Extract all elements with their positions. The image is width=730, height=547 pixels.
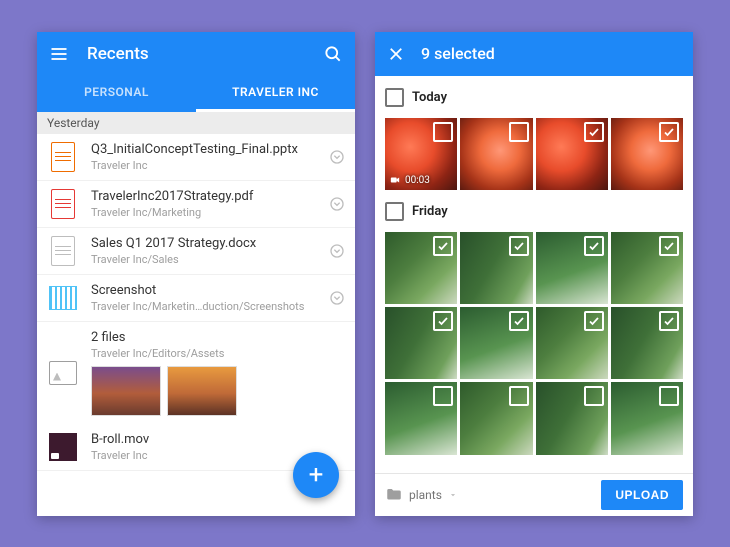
video-duration: 00:03	[405, 175, 430, 186]
add-button[interactable]: +	[293, 452, 339, 498]
file-list: Q3_InitialConceptTesting_Final.pptx Trav…	[37, 134, 355, 471]
account-tabs: PERSONAL TRAVELER INC	[37, 76, 355, 112]
expand-icon[interactable]	[329, 196, 345, 212]
expand-icon[interactable]	[329, 243, 345, 259]
file-name: 2 files	[91, 330, 345, 345]
file-row[interactable]: Sales Q1 2017 Strategy.docx Traveler Inc…	[37, 228, 355, 275]
upload-button[interactable]: UPLOAD	[601, 480, 683, 510]
photo-tile[interactable]	[385, 382, 457, 454]
file-row[interactable]: 2 files Traveler Inc/Editors/Assets	[37, 322, 355, 424]
tile-checkbox[interactable]	[433, 122, 453, 142]
page-title: Recents	[87, 44, 149, 64]
tab-personal[interactable]: PERSONAL	[37, 76, 196, 112]
tile-checkbox[interactable]	[659, 386, 679, 406]
tile-checkbox[interactable]	[509, 311, 529, 331]
images-icon	[49, 359, 77, 387]
image-thumbnail[interactable]	[167, 366, 237, 416]
file-name: Q3_InitialConceptTesting_Final.pptx	[91, 142, 329, 157]
tile-checkbox[interactable]	[584, 122, 604, 142]
video-badge: 00:03	[389, 175, 430, 186]
pptx-icon	[49, 143, 77, 171]
tab-label: TRAVELER INC	[232, 85, 319, 99]
file-path: Traveler Inc/Marketin…duction/Screenshot…	[91, 300, 329, 313]
stage: Recents PERSONAL TRAVELER INC Yesterday …	[0, 0, 730, 547]
app-bar: Recents	[37, 32, 355, 76]
image-thumbnail[interactable]	[91, 366, 161, 416]
photo-tile[interactable]	[536, 118, 608, 190]
file-path: Traveler Inc	[91, 159, 329, 172]
docx-icon	[49, 237, 77, 265]
recents-screen: Recents PERSONAL TRAVELER INC Yesterday …	[37, 32, 355, 516]
tile-checkbox[interactable]	[659, 311, 679, 331]
section-label: Yesterday	[47, 116, 100, 130]
photo-tile[interactable]	[611, 382, 683, 454]
screenshot-icon	[49, 284, 77, 312]
photo-tile[interactable]	[460, 382, 532, 454]
select-all-checkbox[interactable]	[385, 202, 404, 221]
photo-tile[interactable]	[460, 307, 532, 379]
photo-tile[interactable]	[611, 232, 683, 304]
photo-tile[interactable]	[385, 307, 457, 379]
expand-icon[interactable]	[329, 149, 345, 165]
tile-checkbox[interactable]	[509, 122, 529, 142]
day-section: Today 00:03	[375, 76, 693, 190]
destination-folder[interactable]: plants	[409, 488, 442, 502]
day-section: Friday	[375, 190, 693, 455]
plus-icon: +	[309, 460, 324, 490]
day-label: Friday	[412, 204, 448, 219]
selection-app-bar: 9 selected	[375, 32, 693, 76]
photo-tile[interactable]	[385, 232, 457, 304]
file-row[interactable]: Q3_InitialConceptTesting_Final.pptx Trav…	[37, 134, 355, 181]
pdf-icon	[49, 190, 77, 218]
file-name: Sales Q1 2017 Strategy.docx	[91, 236, 329, 251]
photo-tile[interactable]	[460, 118, 532, 190]
tab-label: PERSONAL	[84, 85, 149, 99]
file-name: B-roll.mov	[91, 432, 345, 447]
photo-tile[interactable]: 00:03	[385, 118, 457, 190]
photo-tile[interactable]	[536, 307, 608, 379]
tile-checkbox[interactable]	[584, 386, 604, 406]
hamburger-icon[interactable]	[49, 44, 69, 64]
tile-checkbox[interactable]	[659, 122, 679, 142]
photo-grid: 00:03	[385, 118, 683, 190]
chevron-down-icon[interactable]	[448, 490, 458, 500]
tile-checkbox[interactable]	[433, 386, 453, 406]
file-path: Traveler Inc/Sales	[91, 253, 329, 266]
tab-traveler-inc[interactable]: TRAVELER INC	[196, 76, 355, 112]
photo-grid	[385, 232, 683, 455]
photo-sections: Today 00:03 Friday	[375, 76, 693, 516]
tile-checkbox[interactable]	[433, 236, 453, 256]
tile-checkbox[interactable]	[584, 236, 604, 256]
expand-icon[interactable]	[329, 290, 345, 306]
photo-tile[interactable]	[460, 232, 532, 304]
photo-tile[interactable]	[611, 118, 683, 190]
photo-tile[interactable]	[611, 307, 683, 379]
selection-count: 9 selected	[421, 44, 495, 63]
photo-tile[interactable]	[536, 232, 608, 304]
selection-screen: 9 selected Today 00:03 Friday plants UPLOA…	[375, 32, 693, 516]
upload-bar: plants UPLOAD	[375, 473, 693, 516]
file-path: Traveler Inc/Marketing	[91, 206, 329, 219]
select-all-checkbox[interactable]	[385, 88, 404, 107]
tile-checkbox[interactable]	[659, 236, 679, 256]
file-row[interactable]: Screenshot Traveler Inc/Marketin…duction…	[37, 275, 355, 322]
search-icon[interactable]	[323, 44, 343, 64]
photo-tile[interactable]	[536, 382, 608, 454]
tile-checkbox[interactable]	[509, 386, 529, 406]
tile-checkbox[interactable]	[509, 236, 529, 256]
file-name: TravelerInc2017Strategy.pdf	[91, 189, 329, 204]
section-header: Yesterday	[37, 112, 355, 134]
day-header: Today	[385, 84, 683, 112]
video-icon	[49, 433, 77, 461]
day-header: Friday	[385, 198, 683, 226]
file-path: Traveler Inc/Editors/Assets	[91, 347, 345, 360]
close-icon[interactable]	[387, 45, 405, 63]
file-name: Screenshot	[91, 283, 329, 298]
folder-icon	[385, 486, 403, 504]
tile-checkbox[interactable]	[433, 311, 453, 331]
file-row[interactable]: TravelerInc2017Strategy.pdf Traveler Inc…	[37, 181, 355, 228]
day-label: Today	[412, 90, 447, 105]
tile-checkbox[interactable]	[584, 311, 604, 331]
